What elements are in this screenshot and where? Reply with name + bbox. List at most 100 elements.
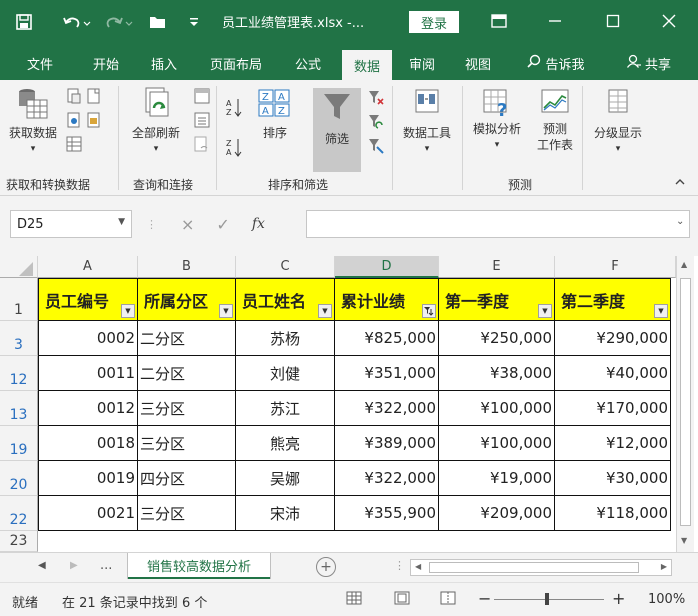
column-header-e[interactable]: E (439, 256, 555, 278)
clear-filter-icon[interactable] (368, 90, 384, 106)
filter-dropdown-icon[interactable]: ▼ (219, 304, 233, 318)
row-header[interactable]: 19 (0, 426, 38, 461)
row-header[interactable]: 13 (0, 391, 38, 426)
from-web-icon[interactable] (86, 88, 102, 104)
undo-icon[interactable] (60, 10, 94, 34)
forecast-sheet-button[interactable]: 预测 工作表 (530, 88, 580, 153)
cell-employee-id[interactable]: 0002 (38, 321, 138, 356)
cell-employee-id[interactable]: 0021 (38, 496, 138, 531)
filter-dropdown-icon[interactable]: ▼ (538, 304, 552, 318)
normal-view-icon[interactable] (346, 591, 362, 608)
cell-q2[interactable]: ¥40,000 (555, 356, 671, 391)
refresh-all-button[interactable]: 全部刷新 ▾ (124, 86, 188, 157)
cell-q1[interactable]: ¥38,000 (439, 356, 555, 391)
expand-formula-icon[interactable]: ⌄ (676, 216, 684, 227)
column-header-f[interactable]: F (555, 256, 676, 278)
header-cell-q2[interactable]: 第二季度 ▼ (555, 278, 671, 321)
reapply-filter-icon[interactable] (368, 114, 384, 130)
cell-q1[interactable]: ¥250,000 (439, 321, 555, 356)
scroll-right-icon[interactable]: ▶ (661, 562, 667, 571)
tab-splitter-icon[interactable]: ⋮ (394, 559, 405, 572)
customize-toolbar-icon[interactable] (186, 10, 202, 34)
row-header[interactable]: 22 (0, 496, 38, 531)
header-cell-total-sales[interactable]: 累计业绩 (335, 278, 439, 321)
open-folder-icon[interactable] (146, 10, 170, 34)
share-button[interactable]: 共享 (616, 46, 682, 80)
header-cell-q1[interactable]: 第一季度 ▼ (439, 278, 555, 321)
zoom-level[interactable]: 100% (648, 592, 685, 607)
from-table-icon[interactable] (66, 112, 82, 128)
cell-employee-name[interactable]: 熊亮 (236, 426, 335, 461)
get-data-button[interactable]: 获取数据 ▾ (8, 86, 58, 157)
more-sheets[interactable]: ... (100, 558, 112, 573)
scroll-thumb[interactable] (429, 562, 639, 573)
tell-me-search[interactable]: 告诉我 (518, 46, 594, 80)
cell-zone[interactable]: 三分区 (138, 496, 236, 531)
edit-links-icon[interactable] (194, 136, 210, 152)
filter-dropdown-icon[interactable]: ▼ (318, 304, 332, 318)
tab-insert[interactable]: 插入 (140, 46, 188, 80)
select-all-corner[interactable] (0, 256, 38, 278)
column-header-a[interactable]: A (38, 256, 138, 278)
sort-button[interactable]: ZAAZ 排序 (252, 88, 298, 141)
page-break-view-icon[interactable] (440, 591, 456, 608)
header-cell-employee-id[interactable]: 员工编号 ▼ (38, 278, 138, 321)
cell-q2[interactable]: ¥118,000 (555, 496, 671, 531)
filter-button[interactable]: 筛选 (313, 92, 361, 147)
row-header[interactable]: 3 (0, 321, 38, 356)
cell-employee-id[interactable]: 0019 (38, 461, 138, 496)
save-icon[interactable] (12, 10, 36, 34)
tab-home[interactable]: 开始 (82, 46, 130, 80)
cell-zone[interactable]: 四分区 (138, 461, 236, 496)
column-header-d[interactable]: D (335, 256, 439, 278)
cell-total-sales[interactable]: ¥825,000 (335, 321, 439, 356)
properties-icon[interactable] (194, 112, 210, 128)
tab-view[interactable]: 视图 (454, 46, 502, 80)
tab-file[interactable]: 文件 (16, 46, 64, 80)
cell-q1[interactable]: ¥100,000 (439, 391, 555, 426)
tab-page-layout[interactable]: 页面布局 (200, 46, 272, 80)
collapse-ribbon-icon[interactable] (674, 176, 690, 192)
zoom-out-button[interactable]: − (478, 589, 491, 608)
recent-sources-icon[interactable] (86, 112, 102, 128)
cell-employee-name[interactable]: 苏江 (236, 391, 335, 426)
zoom-slider-handle[interactable] (545, 593, 549, 605)
scroll-left-icon[interactable]: ◀ (415, 562, 421, 571)
next-sheet-icon[interactable]: ▶ (70, 560, 78, 571)
cell-employee-name[interactable]: 刘健 (236, 356, 335, 391)
filter-dropdown-icon[interactable]: ▼ (654, 304, 668, 318)
tab-formulas[interactable]: 公式 (284, 46, 332, 80)
cell-q2[interactable]: ¥170,000 (555, 391, 671, 426)
sheet-tab-active[interactable]: 销售较高数据分析 (128, 553, 270, 579)
page-layout-view-icon[interactable] (394, 591, 410, 608)
scroll-up-icon[interactable]: ▲ (681, 260, 687, 269)
cell-zone[interactable]: 三分区 (138, 426, 236, 461)
cell-zone[interactable]: 二分区 (138, 321, 236, 356)
column-header-b[interactable]: B (138, 256, 236, 278)
cell-q2[interactable]: ¥30,000 (555, 461, 671, 496)
advanced-filter-icon[interactable] (368, 138, 384, 154)
row-header[interactable]: 23 (0, 531, 38, 552)
outline-button[interactable]: 分级显示 ▾ (586, 88, 650, 157)
zoom-slider[interactable] (494, 599, 604, 600)
row-header[interactable]: 1 (0, 278, 38, 321)
name-box[interactable]: D25 ▼ (10, 210, 132, 238)
horizontal-scrollbar[interactable]: ◀ ▶ (410, 559, 672, 576)
tab-data[interactable]: 数据 (342, 50, 392, 80)
filter-dropdown-icon[interactable]: ▼ (121, 304, 135, 318)
login-button[interactable]: 登录 (409, 11, 459, 33)
row-header[interactable]: 12 (0, 356, 38, 391)
cell-q1[interactable]: ¥100,000 (439, 426, 555, 461)
cell-zone[interactable]: 二分区 (138, 356, 236, 391)
scroll-thumb[interactable] (680, 278, 691, 526)
existing-connections-icon[interactable] (66, 136, 82, 152)
cell-employee-id[interactable]: 0018 (38, 426, 138, 461)
formula-input[interactable] (306, 210, 690, 238)
what-if-analysis-button[interactable]: ? 模拟分析 ▾ (466, 88, 528, 153)
header-cell-employee-name[interactable]: 员工姓名 ▼ (236, 278, 335, 321)
cell-total-sales[interactable]: ¥389,000 (335, 426, 439, 461)
cell-total-sales[interactable]: ¥351,000 (335, 356, 439, 391)
queries-connections-icon[interactable] (194, 88, 210, 104)
sort-descending-icon[interactable]: ZA (226, 138, 242, 157)
zoom-in-button[interactable]: + (612, 589, 625, 608)
